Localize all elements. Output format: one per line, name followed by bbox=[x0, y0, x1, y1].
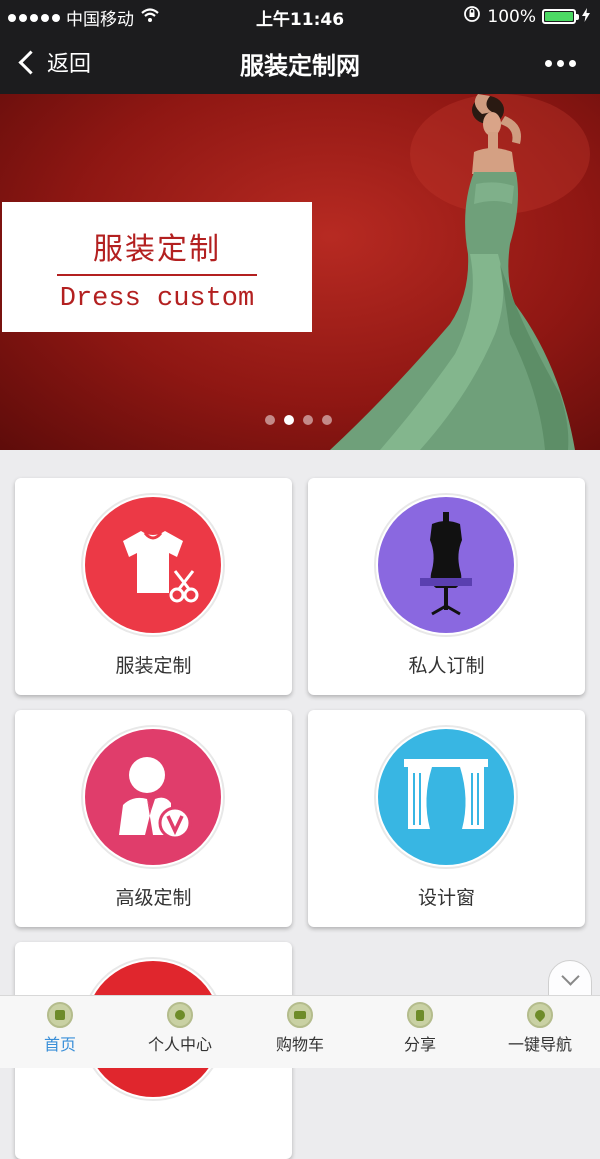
tile-premium-custom[interactable]: 高级定制 bbox=[15, 710, 292, 927]
status-bar: 中国移动 上午11:46 100% bbox=[0, 0, 600, 30]
tab-navigate[interactable]: 一键导航 bbox=[480, 996, 600, 1068]
carousel-dot[interactable] bbox=[303, 415, 313, 425]
carousel-dot[interactable] bbox=[284, 415, 294, 425]
battery-percent: 100% bbox=[487, 6, 536, 27]
tile-label: 设计窗 bbox=[417, 887, 475, 909]
banner-divider bbox=[57, 274, 257, 276]
page-title: 服装定制网 bbox=[240, 52, 360, 80]
location-icon bbox=[527, 1002, 553, 1028]
banner-text-card: 服装定制 Dress custom bbox=[2, 202, 312, 332]
vip-user-icon bbox=[85, 729, 221, 865]
tile-label: 私人订制 bbox=[408, 655, 485, 677]
tile-icon-circle bbox=[81, 725, 225, 869]
tab-label: 购物车 bbox=[275, 1035, 324, 1054]
nav-bar: 返回 服装定制网 bbox=[0, 30, 600, 94]
carousel-dot[interactable] bbox=[265, 415, 275, 425]
tile-private-custom[interactable]: 私人订制 bbox=[308, 478, 585, 695]
tab-cart[interactable]: 购物车 bbox=[240, 996, 360, 1068]
user-icon bbox=[167, 1002, 193, 1028]
tab-label: 个人中心 bbox=[147, 1035, 212, 1054]
banner-title-en: Dress custom bbox=[59, 284, 255, 314]
tile-design-window[interactable]: 设计窗 bbox=[308, 710, 585, 927]
tile-icon-circle bbox=[81, 493, 225, 637]
share-icon bbox=[407, 1002, 433, 1028]
tab-share[interactable]: 分享 bbox=[360, 996, 480, 1068]
scroll-down-button[interactable] bbox=[548, 960, 592, 998]
tile-clothing-custom[interactable]: 服装定制 bbox=[15, 478, 292, 695]
banner-title-cn: 服装定制 bbox=[93, 232, 221, 267]
status-bar-right: 100% bbox=[463, 5, 590, 28]
curtain-window-icon bbox=[378, 729, 514, 865]
charging-bolt-icon bbox=[582, 7, 590, 27]
tile-icon-circle bbox=[374, 725, 518, 869]
home-icon bbox=[47, 1002, 73, 1028]
tab-label: 分享 bbox=[403, 1035, 436, 1054]
tile-label: 服装定制 bbox=[115, 655, 192, 677]
tile-label: 高级定制 bbox=[115, 887, 192, 909]
banner-carousel[interactable]: 服装定制 Dress custom bbox=[0, 94, 600, 450]
tab-user-center[interactable]: 个人中心 bbox=[120, 996, 240, 1068]
rotation-lock-icon bbox=[463, 5, 481, 28]
dress-form-icon bbox=[378, 497, 514, 633]
bottom-tab-bar: 首页 个人中心 购物车 分享 一键导航 bbox=[0, 995, 600, 1068]
more-dots-icon[interactable] bbox=[545, 60, 576, 67]
carousel-dot[interactable] bbox=[322, 415, 332, 425]
battery-icon bbox=[542, 9, 579, 24]
tab-label: 一键导航 bbox=[507, 1035, 572, 1054]
battery-fill bbox=[545, 12, 573, 21]
chevron-down-icon bbox=[561, 967, 580, 986]
cart-icon bbox=[287, 1002, 313, 1028]
tab-label: 首页 bbox=[43, 1035, 76, 1054]
tab-home[interactable]: 首页 bbox=[0, 996, 120, 1068]
tile-icon-circle bbox=[374, 493, 518, 637]
tshirt-scissors-icon bbox=[85, 497, 221, 633]
carousel-indicators bbox=[265, 415, 332, 425]
